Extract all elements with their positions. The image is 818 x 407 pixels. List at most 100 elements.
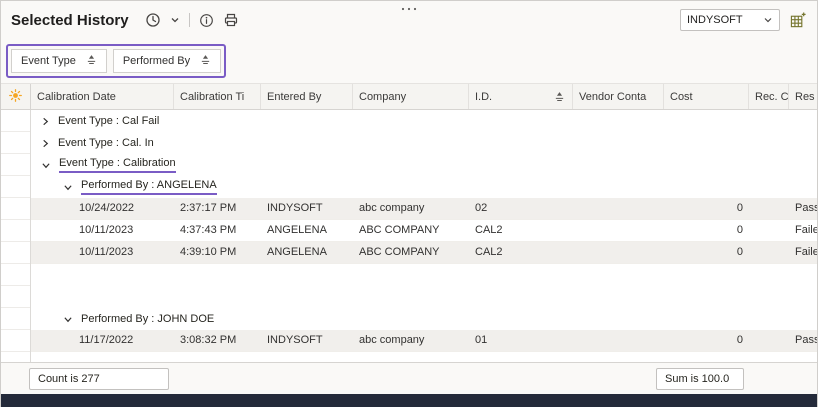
table-row[interactable]: 10/24/2022 2:37:17 PM INDYSOFT abc compa… <box>1 198 817 220</box>
chevron-down-icon[interactable] <box>41 161 51 170</box>
cell-rec-cost <box>749 220 789 241</box>
group-row-cal-fail[interactable]: Event Type : Cal Fail <box>1 110 817 132</box>
titlebar: Selected History INDYSOFT <box>1 1 817 39</box>
header-cells: Calibration Date Calibration Ti Entered … <box>31 84 817 109</box>
column-header-id[interactable]: I.D. <box>469 84 573 109</box>
column-header-result[interactable]: Res <box>789 84 817 109</box>
chevron-down-icon <box>763 15 773 25</box>
cell-entered-by: ANGELENA <box>261 220 353 241</box>
column-header-label: Vendor Conta <box>579 91 646 103</box>
drag-handle-dots-icon[interactable] <box>400 3 418 15</box>
cell-rec-cost <box>749 242 789 263</box>
cell-calibration-time: 2:37:17 PM <box>174 198 261 219</box>
column-header-rec-cost[interactable]: Rec. Co <box>749 84 789 109</box>
grid-rows: Event Type : Cal Fail Event Type : Cal. … <box>1 110 817 362</box>
column-header-company[interactable]: Company <box>353 84 469 109</box>
count-summary-box: Count is 277 <box>29 368 169 390</box>
column-header-label: Res <box>795 91 815 103</box>
group-chip-event-type[interactable]: Event Type <box>11 49 107 73</box>
chevron-down-icon[interactable] <box>63 315 73 324</box>
table-row[interactable]: 11/17/2022 3:08:32 PM INDYSOFT abc compa… <box>1 330 817 352</box>
toolbar-separator <box>189 13 190 27</box>
sort-ascending-icon <box>86 54 97 68</box>
row-cells: 10/24/2022 2:37:17 PM INDYSOFT abc compa… <box>31 198 817 220</box>
row-indicator <box>1 286 31 308</box>
cell-calibration-date: 10/24/2022 <box>31 198 174 219</box>
column-header-vendor-contact[interactable]: Vendor Conta <box>573 84 664 109</box>
chevron-right-icon[interactable] <box>41 117 50 126</box>
cell-calibration-time: 4:37:43 PM <box>174 220 261 241</box>
clock-history-icon[interactable] <box>145 12 161 28</box>
field-chooser-grid-icon[interactable] <box>790 12 807 29</box>
database-select[interactable]: INDYSOFT <box>680 9 780 31</box>
row-indicator <box>1 132 31 154</box>
cell-vendor-contact <box>573 330 664 351</box>
cell-id: CAL2 <box>469 242 573 263</box>
row-indicator <box>1 176 31 198</box>
group-chip-label: Performed By <box>123 55 190 67</box>
group-chip-label: Event Type <box>21 55 76 67</box>
empty-row <box>1 264 817 286</box>
group-chip-performed-by[interactable]: Performed By <box>113 49 221 73</box>
row-cells: 11/17/2022 3:08:32 PM INDYSOFT abc compa… <box>31 330 817 352</box>
group-row-angelena[interactable]: Performed By : ANGELENA <box>1 176 817 198</box>
cell-calibration-time: 4:39:10 PM <box>174 242 261 263</box>
cell-rec-cost <box>749 198 789 219</box>
column-header-label: I.D. <box>475 91 492 103</box>
count-summary-label: Count is 277 <box>38 373 100 385</box>
chevron-down-icon[interactable] <box>63 183 73 192</box>
sun-icon <box>9 89 22 105</box>
column-header-calibration-date[interactable]: Calibration Date <box>31 84 174 109</box>
grid-footer: Count is 277 Sum is 100.0 <box>1 362 817 394</box>
cell-id: 01 <box>469 330 573 351</box>
group-row-cal-in[interactable]: Event Type : Cal. In <box>1 132 817 154</box>
group-label: Event Type : Cal. In <box>58 137 154 150</box>
selected-history-panel: Selected History INDYSOFT <box>0 0 818 407</box>
row-indicator <box>1 330 31 352</box>
column-header-label: Entered By <box>267 91 321 103</box>
indicator-column-header[interactable] <box>1 84 31 109</box>
grid-header: Calibration Date Calibration Ti Entered … <box>1 83 817 110</box>
row-indicator <box>1 220 31 242</box>
cell-vendor-contact <box>573 220 664 241</box>
chevron-down-icon[interactable] <box>170 15 180 25</box>
group-row-john-doe[interactable]: Performed By : JOHN DOE <box>1 308 817 330</box>
cell-company: ABC COMPANY <box>353 220 469 241</box>
cell-company: abc company <box>353 198 469 219</box>
cell-result: Pass <box>789 330 817 351</box>
sum-summary-label: Sum is 100.0 <box>665 373 729 385</box>
cell-cost: 0 <box>664 330 749 351</box>
print-icon[interactable] <box>223 12 239 28</box>
table-row[interactable]: 10/11/2023 4:39:10 PM ANGELENA ABC COMPA… <box>1 242 817 264</box>
info-icon[interactable] <box>199 13 214 28</box>
group-by-panel: Event Type Performed By <box>1 39 817 83</box>
row-indicator <box>1 264 31 286</box>
sum-summary-box: Sum is 100.0 <box>656 368 744 390</box>
row-indicator <box>1 198 31 220</box>
cell-result: Failed <box>789 220 817 241</box>
cell-cost: 0 <box>664 242 749 263</box>
column-header-entered-by[interactable]: Entered By <box>261 84 353 109</box>
table-row[interactable]: 10/11/2023 4:37:43 PM ANGELENA ABC COMPA… <box>1 220 817 242</box>
group-row-calibration[interactable]: Event Type : Calibration <box>1 154 817 176</box>
row-indicator <box>1 154 31 176</box>
group-label: Event Type : Calibration <box>59 157 176 173</box>
column-header-cost[interactable]: Cost <box>664 84 749 109</box>
cell-vendor-contact <box>573 198 664 219</box>
cell-vendor-contact <box>573 242 664 263</box>
group-label: Event Type : Cal Fail <box>58 115 159 128</box>
database-select-value: INDYSOFT <box>687 14 743 26</box>
cell-company: abc company <box>353 330 469 351</box>
row-cells: 10/11/2023 4:39:10 PM ANGELENA ABC COMPA… <box>31 242 817 264</box>
cell-rec-cost <box>749 330 789 351</box>
cell-calibration-date: 10/11/2023 <box>31 242 174 263</box>
cell-calibration-time: 3:08:32 PM <box>174 330 261 351</box>
cell-entered-by: INDYSOFT <box>261 330 353 351</box>
chevron-right-icon[interactable] <box>41 139 50 148</box>
row-indicator <box>1 308 31 330</box>
cell-calibration-date: 10/11/2023 <box>31 220 174 241</box>
column-header-calibration-time[interactable]: Calibration Ti <box>174 84 261 109</box>
page-title: Selected History <box>11 12 129 29</box>
empty-row <box>1 286 817 308</box>
cell-result: Failed <box>789 242 817 263</box>
